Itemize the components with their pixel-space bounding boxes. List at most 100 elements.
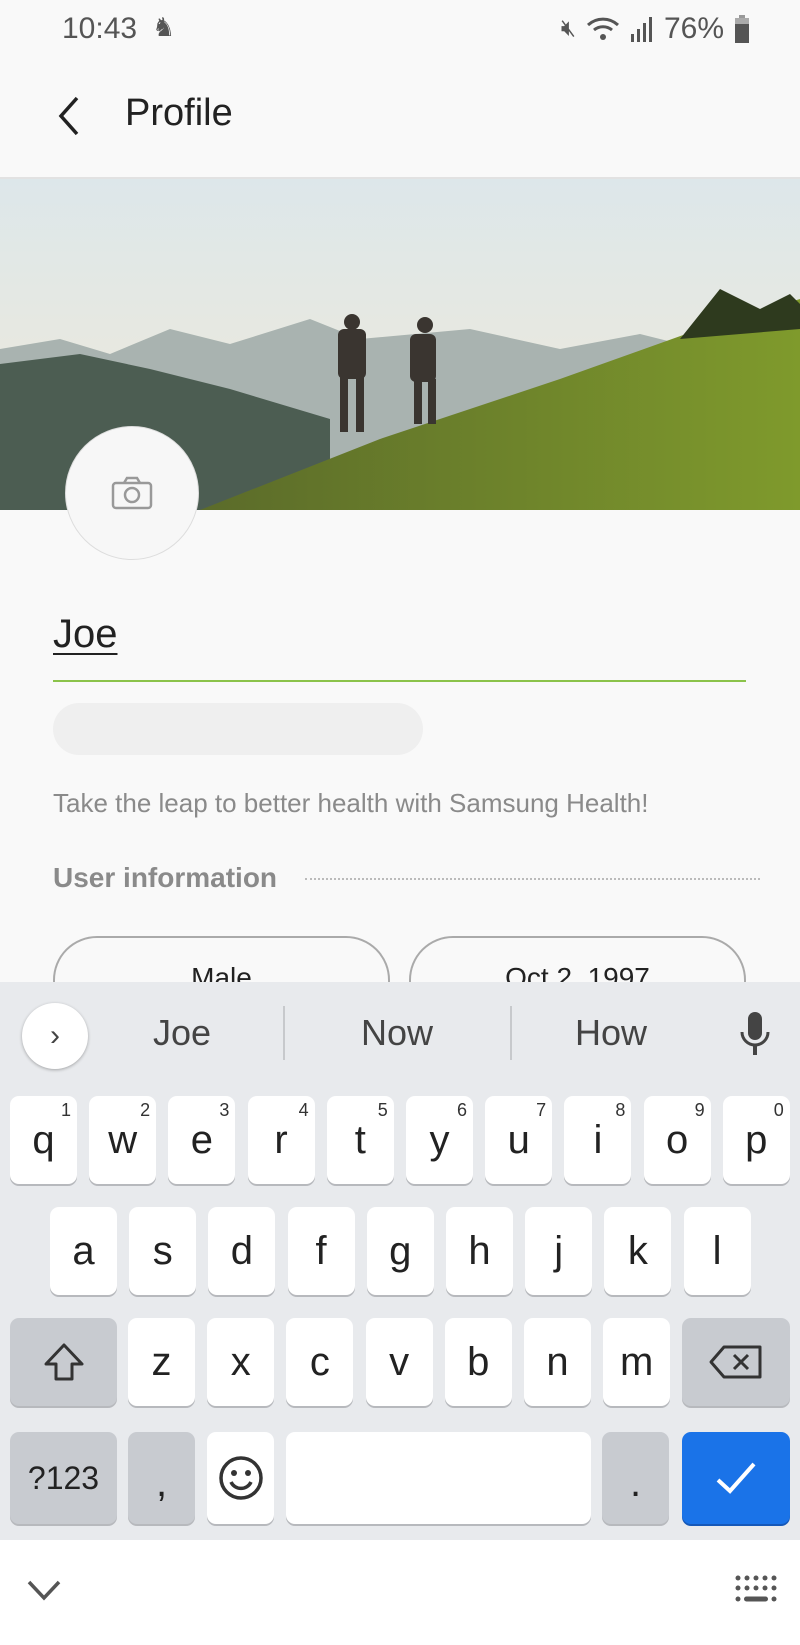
key-label: z xyxy=(151,1339,172,1384)
suggestion-separator xyxy=(510,1006,512,1060)
suggestion-2[interactable]: Now xyxy=(322,1012,472,1054)
key-label: s xyxy=(152,1228,173,1273)
suggestion-3[interactable]: How xyxy=(536,1012,686,1054)
status-bar: 10:43 ♞ 🔇︎ 76% xyxy=(0,0,800,60)
key-label: g xyxy=(389,1228,412,1273)
signal-icon xyxy=(630,17,652,42)
name-input[interactable]: Joe xyxy=(53,612,118,657)
key-label: p xyxy=(745,1117,768,1162)
key-m[interactable]: m xyxy=(603,1318,671,1406)
page-title: Profile xyxy=(125,92,233,134)
key-hint: 1 xyxy=(60,1100,71,1120)
section-label: User information xyxy=(53,862,278,893)
key-r[interactable]: r4 xyxy=(247,1096,315,1184)
key-label: c xyxy=(309,1339,330,1384)
key-e[interactable]: e3 xyxy=(168,1096,236,1184)
key-label: w xyxy=(108,1117,138,1162)
key-hint: 5 xyxy=(377,1100,388,1120)
key-d[interactable]: d xyxy=(208,1207,276,1295)
key-u[interactable]: u7 xyxy=(485,1096,553,1184)
emoji-key[interactable] xyxy=(207,1432,274,1524)
suggestion-separator xyxy=(283,1006,285,1060)
mute-icon: 🔇︎ xyxy=(560,15,576,42)
key-hint: 4 xyxy=(298,1100,309,1120)
key-v[interactable]: v xyxy=(365,1318,433,1406)
key-label: r xyxy=(274,1117,288,1162)
keyboard-switch-button[interactable] xyxy=(734,1574,778,1604)
key-b[interactable]: b xyxy=(444,1318,512,1406)
emoji-icon xyxy=(218,1456,263,1500)
key-j[interactable]: j xyxy=(525,1207,593,1295)
key-label: x xyxy=(230,1339,251,1384)
key-label: v xyxy=(389,1339,410,1384)
microphone-icon[interactable] xyxy=(738,1010,772,1060)
shift-key[interactable] xyxy=(10,1318,117,1406)
key-hint: 7 xyxy=(536,1100,547,1120)
key-y[interactable]: y6 xyxy=(406,1096,473,1184)
key-k[interactable]: k xyxy=(604,1207,672,1295)
key-label: q xyxy=(32,1117,55,1162)
key-n[interactable]: n xyxy=(524,1318,591,1406)
symbols-key[interactable]: ?123 xyxy=(10,1432,117,1524)
expand-toolbar-button[interactable]: › xyxy=(22,1003,88,1069)
wifi-icon xyxy=(586,17,619,40)
key-o[interactable]: o9 xyxy=(643,1096,711,1184)
key-hint: 9 xyxy=(694,1100,705,1120)
avatar-photo-button[interactable] xyxy=(65,426,199,560)
key-label: l xyxy=(712,1228,722,1273)
key-label: a xyxy=(72,1228,95,1273)
status-time: 10:43 xyxy=(62,12,138,45)
key-label: m xyxy=(620,1339,654,1384)
key-label: d xyxy=(230,1228,254,1273)
section-divider xyxy=(305,878,760,880)
key-i[interactable]: i8 xyxy=(564,1096,632,1184)
name-input-underline xyxy=(53,680,746,682)
backspace-key[interactable] xyxy=(682,1318,790,1406)
key-hint: 2 xyxy=(140,1100,151,1120)
key-z[interactable]: z xyxy=(128,1318,195,1406)
key-w[interactable]: w2 xyxy=(89,1096,157,1184)
key-label: i xyxy=(593,1117,603,1162)
key-label: k xyxy=(627,1228,648,1273)
key-hint: 0 xyxy=(773,1100,784,1120)
key-t[interactable]: t5 xyxy=(326,1096,394,1184)
key-label: u xyxy=(507,1117,530,1162)
shift-icon xyxy=(44,1343,83,1381)
key-f[interactable]: f xyxy=(287,1207,355,1295)
key-label: b xyxy=(467,1339,490,1384)
key-label: f xyxy=(315,1228,327,1273)
comma-key[interactable]: , xyxy=(128,1432,195,1524)
suggestion-1[interactable]: Joe xyxy=(107,1012,257,1054)
placeholder-pill xyxy=(53,703,423,755)
notification-icon: ♞ xyxy=(152,12,176,42)
hide-keyboard-button[interactable] xyxy=(26,1578,62,1602)
key-label: h xyxy=(468,1228,491,1273)
battery-icon xyxy=(735,15,749,43)
backspace-icon xyxy=(709,1345,762,1379)
key-hint: 6 xyxy=(456,1100,467,1120)
done-key[interactable] xyxy=(682,1432,790,1524)
key-h[interactable]: h xyxy=(446,1207,513,1295)
key-label: t xyxy=(354,1117,366,1162)
key-label: o xyxy=(665,1117,689,1162)
key-s[interactable]: s xyxy=(129,1207,197,1295)
space-key[interactable] xyxy=(286,1432,591,1524)
key-p[interactable]: p0 xyxy=(722,1096,790,1184)
navigation-bar xyxy=(0,1540,800,1645)
key-label: j xyxy=(554,1228,564,1273)
tagline: Take the leap to better health with Sams… xyxy=(53,788,649,818)
key-label: n xyxy=(546,1339,569,1384)
key-hint: 3 xyxy=(219,1100,230,1120)
key-q[interactable]: q1 xyxy=(10,1096,77,1184)
camera-icon xyxy=(111,476,153,510)
key-l[interactable]: l xyxy=(683,1207,751,1295)
key-label: e xyxy=(190,1117,214,1162)
key-x[interactable]: x xyxy=(207,1318,275,1406)
checkmark-icon xyxy=(716,1462,756,1494)
key-a[interactable]: a xyxy=(50,1207,117,1295)
key-g[interactable]: g xyxy=(366,1207,434,1295)
back-button[interactable] xyxy=(55,94,85,138)
key-c[interactable]: c xyxy=(286,1318,354,1406)
period-key[interactable]: . xyxy=(602,1432,669,1524)
battery-percent: 76% xyxy=(663,12,724,45)
